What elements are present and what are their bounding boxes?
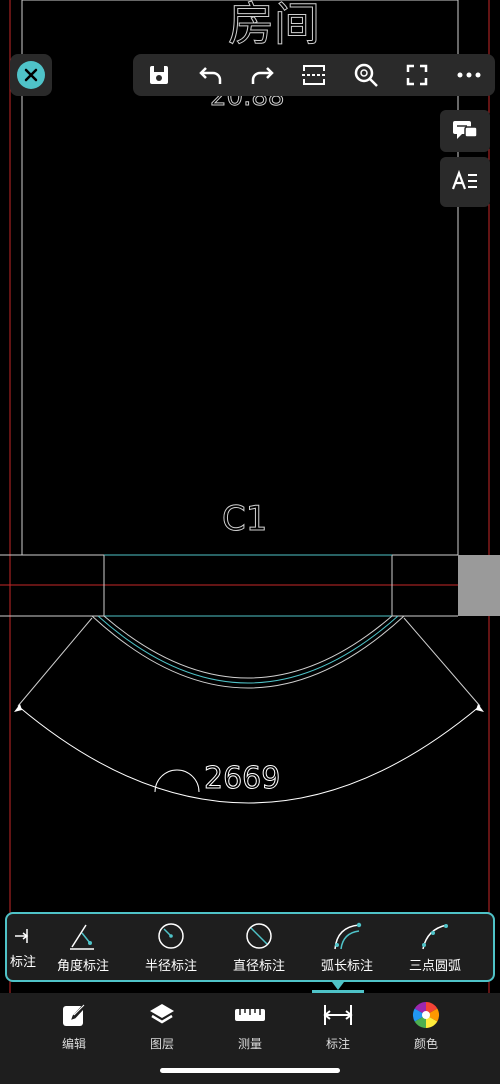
linear-dimension-tool[interactable]: 标注 (7, 914, 39, 980)
color-wheel-icon (412, 1001, 440, 1029)
redo-icon (252, 67, 275, 84)
arc-length-tool[interactable]: 弧长标注 (303, 914, 391, 980)
tab-label: 编辑 (61, 1037, 86, 1051)
three-point-arc-tool[interactable]: 三点圆弧 (391, 914, 479, 980)
tool-label: 三点圆弧 (408, 958, 461, 974)
tab-label: 测量 (237, 1037, 262, 1051)
more-button[interactable] (449, 55, 489, 95)
section-icon (301, 65, 326, 85)
arc-length-icon (334, 922, 362, 949)
selection-grip[interactable] (458, 555, 500, 616)
tab-layers[interactable]: 图层 (132, 1001, 192, 1052)
three-point-arc-icon (422, 923, 448, 949)
diameter-dimension-tool[interactable]: 直径标注 (215, 914, 303, 980)
radius-dimension-tool[interactable]: 半径标注 (127, 914, 215, 980)
save-icon (149, 66, 168, 84)
zoom-icon (354, 63, 378, 87)
close-button[interactable] (10, 54, 52, 96)
close-icon (17, 61, 45, 89)
radius-dimension-icon (158, 922, 184, 949)
angle-dimension-icon (70, 924, 94, 950)
tab-label: 颜色 (413, 1037, 438, 1051)
ruler-icon (235, 1009, 265, 1021)
bottom-tab-bar: 编辑 图层 测量 标注 颜色 (0, 993, 500, 1084)
tool-label: 标注 (9, 954, 36, 970)
dimension-value: 2669 (204, 761, 280, 796)
angle-dimension-tool[interactable]: 角度标注 (39, 914, 127, 980)
comment-button[interactable] (440, 110, 490, 152)
save-button[interactable] (139, 55, 179, 95)
tab-edit[interactable]: 编辑 (44, 1001, 104, 1052)
dimension-icon (323, 1005, 353, 1025)
edit-icon (63, 1003, 87, 1026)
layers-icon (150, 1004, 174, 1024)
linear-dimension-icon (15, 928, 29, 943)
tool-label: 半径标注 (144, 958, 197, 974)
home-indicator[interactable] (160, 1068, 340, 1073)
comment-icon (453, 121, 478, 139)
active-tab-pointer (332, 982, 344, 990)
tab-label: 标注 (325, 1037, 350, 1051)
room-label: 房间 (228, 0, 320, 51)
dimension-tools-panel: 标注 角度标注 半径标注 直径标注 弧长标注 三点圆弧 (5, 912, 495, 982)
more-icon (457, 72, 481, 78)
tool-label: 弧长标注 (320, 958, 373, 974)
tab-label: 图层 (149, 1037, 174, 1051)
text-style-button[interactable] (440, 157, 490, 207)
redo-button[interactable] (242, 55, 282, 95)
tool-label: 直径标注 (232, 958, 285, 974)
tab-dimension[interactable]: 标注 (308, 1001, 368, 1052)
diameter-dimension-icon (246, 922, 272, 949)
undo-button[interactable] (191, 55, 231, 95)
window-label: C1 (222, 499, 267, 539)
top-toolbar (133, 54, 495, 96)
section-button[interactable] (294, 55, 334, 95)
tool-label: 角度标注 (56, 958, 109, 974)
tab-measure[interactable]: 测量 (220, 1001, 280, 1052)
text-style-icon (451, 169, 477, 190)
zoom-button[interactable] (346, 55, 386, 95)
fullscreen-icon (407, 64, 428, 86)
fullscreen-button[interactable] (397, 55, 437, 95)
tab-color[interactable]: 颜色 (396, 1001, 456, 1052)
undo-icon (198, 67, 221, 84)
